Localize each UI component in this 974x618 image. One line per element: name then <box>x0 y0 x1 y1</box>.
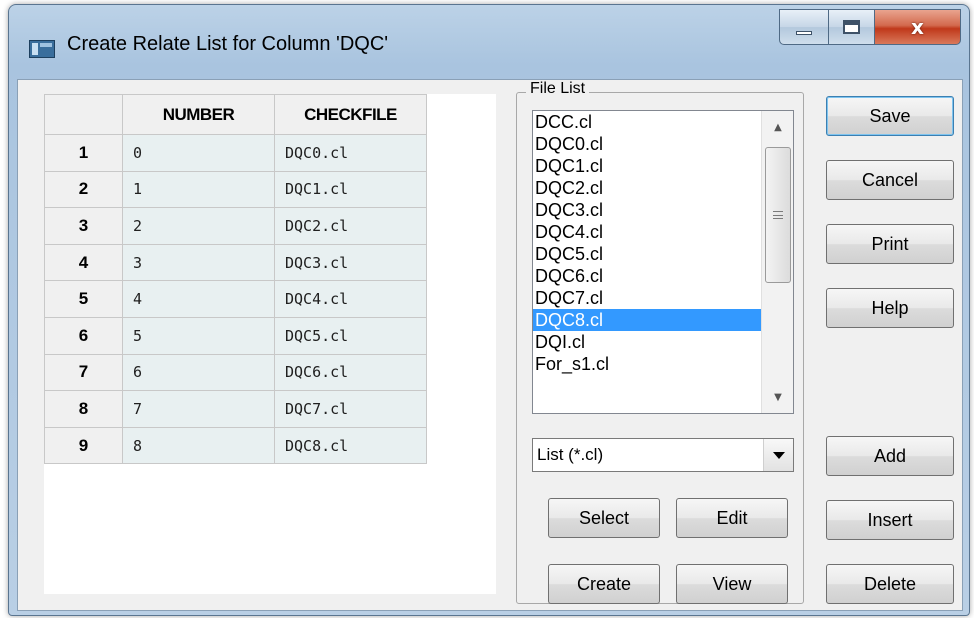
checkfile-cell[interactable]: DQC6.cl <box>274 353 427 392</box>
checkfile-cell[interactable]: DQC2.cl <box>274 207 427 245</box>
chevron-down-icon <box>772 451 785 459</box>
dialog-window: Create Relate List for Column 'DQC' x NU… <box>8 4 970 616</box>
number-cell[interactable]: 1 <box>122 170 275 209</box>
delete-button[interactable]: Delete <box>826 564 954 604</box>
file-list-item[interactable]: DQC0.cl <box>533 133 761 155</box>
table-row[interactable]: 6 5 DQC5.cl <box>44 316 427 355</box>
title-bar[interactable]: Create Relate List for Column 'DQC' x <box>9 5 969 81</box>
number-cell[interactable]: 4 <box>122 280 275 318</box>
dropdown-button[interactable] <box>763 439 793 471</box>
checkfile-cell[interactable]: DQC5.cl <box>274 316 427 355</box>
relate-table: NUMBER CHECKFILE 1 0 DQC0.cl 2 1 DQC1.cl 3 2 DQC… <box>44 94 427 465</box>
file-list-item[interactable]: For_s1.cl <box>533 353 761 375</box>
file-filter-value: List (*.cl) <box>537 445 604 464</box>
row-header[interactable]: 7 <box>44 353 123 392</box>
column-header-checkfile[interactable]: CHECKFILE <box>274 94 427 135</box>
table-row[interactable]: 2 1 DQC1.cl <box>44 170 427 209</box>
file-list-item[interactable]: DQC6.cl <box>533 265 761 287</box>
file-list-item[interactable]: DQC3.cl <box>533 199 761 221</box>
file-list-item[interactable]: DQC2.cl <box>533 177 761 199</box>
maximize-icon <box>843 20 860 34</box>
insert-button[interactable]: Insert <box>826 500 954 540</box>
file-list-item[interactable]: DQC1.cl <box>533 155 761 177</box>
file-list-item[interactable]: DQI.cl <box>533 331 761 353</box>
file-list-items: DCC.cl DQC0.cl DQC1.cl DQC2.cl DQC3.cl DQC4.c… <box>533 111 761 375</box>
row-header[interactable]: 2 <box>44 170 123 209</box>
checkfile-cell[interactable]: DQC1.cl <box>274 170 427 209</box>
file-list-item[interactable]: DQC5.cl <box>533 243 761 265</box>
add-button[interactable]: Add <box>826 436 954 476</box>
checkfile-cell[interactable]: DQC4.cl <box>274 280 427 318</box>
minimize-button[interactable] <box>779 9 829 45</box>
number-cell[interactable]: 7 <box>122 390 275 428</box>
table-row[interactable]: 5 4 DQC4.cl <box>44 280 427 318</box>
number-cell[interactable]: 2 <box>122 207 275 245</box>
scroll-up-icon[interactable]: ▲ <box>762 111 793 143</box>
row-header[interactable]: 1 <box>44 134 123 172</box>
maximize-button[interactable] <box>829 9 875 45</box>
table-row[interactable]: 1 0 DQC0.cl <box>44 134 427 172</box>
file-list-item[interactable]: DCC.cl <box>533 111 761 133</box>
view-button[interactable]: View <box>676 564 788 604</box>
table-row[interactable]: 8 7 DQC7.cl <box>44 390 427 428</box>
number-cell[interactable]: 8 <box>122 426 275 465</box>
number-cell[interactable]: 3 <box>122 243 275 282</box>
row-header[interactable]: 3 <box>44 207 123 245</box>
edit-button[interactable]: Edit <box>676 498 788 538</box>
row-header[interactable]: 9 <box>44 426 123 465</box>
row-header[interactable]: 4 <box>44 243 123 282</box>
table-row[interactable]: 3 2 DQC2.cl <box>44 207 427 245</box>
number-cell[interactable]: 5 <box>122 316 275 355</box>
number-cell[interactable]: 0 <box>122 134 275 172</box>
cancel-button[interactable]: Cancel <box>826 160 954 200</box>
checkfile-cell[interactable]: DQC3.cl <box>274 243 427 282</box>
file-list-item[interactable]: DQC4.cl <box>533 221 761 243</box>
column-header-number[interactable]: NUMBER <box>122 94 275 135</box>
select-button[interactable]: Select <box>548 498 660 538</box>
caption-buttons: x <box>779 9 961 45</box>
checkfile-cell[interactable]: DQC0.cl <box>274 134 427 172</box>
relate-grid[interactable]: NUMBER CHECKFILE 1 0 DQC0.cl 2 1 DQC1.cl 3 2 DQC… <box>44 94 496 594</box>
checkfile-cell[interactable]: DQC8.cl <box>274 426 427 465</box>
save-button[interactable]: Save <box>826 96 954 136</box>
table-row[interactable]: 4 3 DQC3.cl <box>44 243 427 282</box>
file-list-scrollbar[interactable]: ▲ ▼ <box>761 111 793 413</box>
grid-corner-cell[interactable] <box>44 94 123 135</box>
file-list-item[interactable]: DQC7.cl <box>533 287 761 309</box>
file-list-item[interactable]: DQC8.cl <box>533 309 761 331</box>
file-listbox[interactable]: DCC.cl DQC0.cl DQC1.cl DQC2.cl DQC3.cl DQC4.c… <box>532 110 794 414</box>
app-icon <box>29 40 55 58</box>
table-row[interactable]: 9 8 DQC8.cl <box>44 426 427 465</box>
minimize-icon <box>796 31 812 35</box>
grid-body: 1 0 DQC0.cl 2 1 DQC1.cl 3 2 DQC2.cl 4 3 DQC3.cl 5 4 DQ… <box>44 134 427 465</box>
window-title: Create Relate List for Column 'DQC' <box>67 33 389 55</box>
dialog-client-area: NUMBER CHECKFILE 1 0 DQC0.cl 2 1 DQC1.cl 3 2 DQC… <box>17 79 963 611</box>
row-header[interactable]: 5 <box>44 280 123 318</box>
checkfile-cell[interactable]: DQC7.cl <box>274 390 427 428</box>
close-button[interactable]: x <box>875 9 961 45</box>
file-filter-select[interactable]: List (*.cl) <box>532 438 794 472</box>
close-icon: x <box>911 15 924 39</box>
scroll-down-icon[interactable]: ▼ <box>762 381 793 413</box>
row-header[interactable]: 8 <box>44 390 123 428</box>
grip-icon <box>773 211 783 219</box>
row-header[interactable]: 6 <box>44 316 123 355</box>
file-list-label: File List <box>526 80 590 98</box>
table-row[interactable]: 7 6 DQC6.cl <box>44 353 427 392</box>
print-button[interactable]: Print <box>826 224 954 264</box>
create-button[interactable]: Create <box>548 564 660 604</box>
number-cell[interactable]: 6 <box>122 353 275 392</box>
scroll-thumb[interactable] <box>765 147 791 283</box>
grid-header-row: NUMBER CHECKFILE <box>44 94 427 135</box>
help-button[interactable]: Help <box>826 288 954 328</box>
